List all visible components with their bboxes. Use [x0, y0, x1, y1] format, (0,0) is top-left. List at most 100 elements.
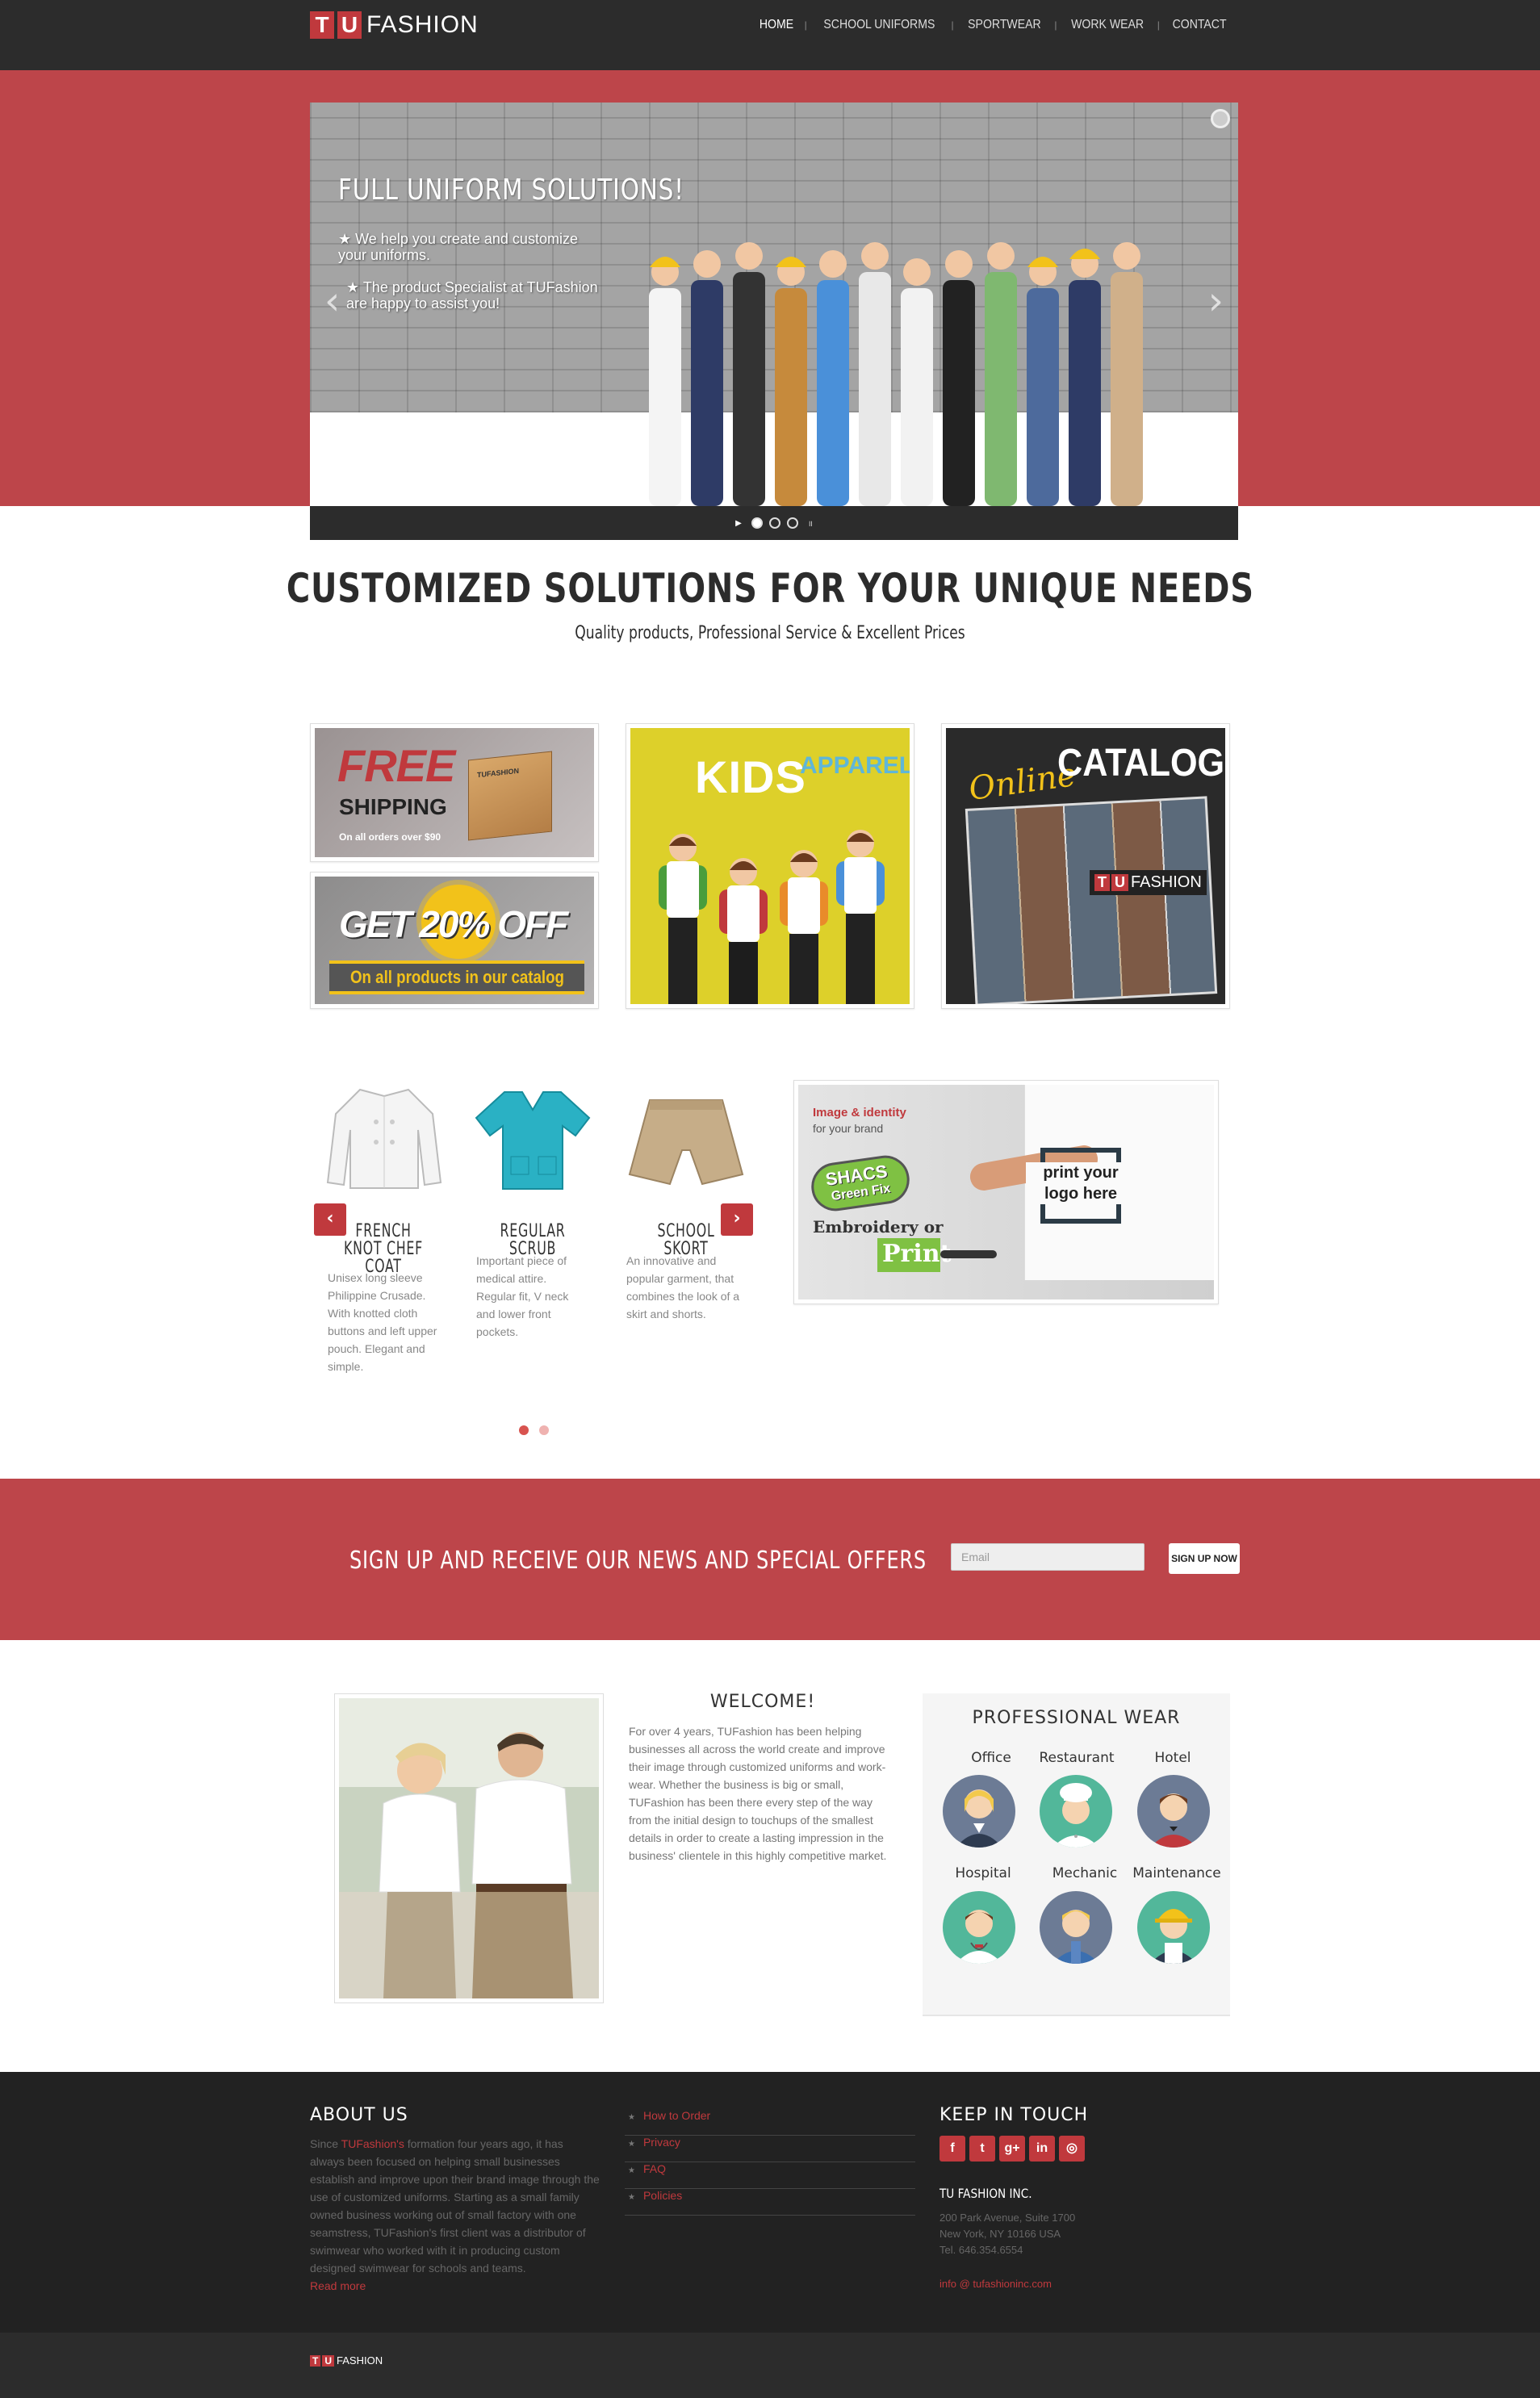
prowear-label-restaurant[interactable]: Restaurant [1032, 1750, 1121, 1766]
footer-logo-t: T [310, 2354, 321, 2367]
slider-dot-2[interactable] [768, 517, 780, 529]
nav-work-wear[interactable]: WORK WEAR [1071, 18, 1144, 32]
logo[interactable]: T U FASHION [310, 9, 479, 41]
footer-link-label: Privacy [642, 2136, 680, 2149]
nav-separator: | [804, 19, 807, 31]
footer-about-body: formation four years ago, it has always … [310, 2137, 600, 2275]
twitter-icon[interactable]: t [969, 2136, 995, 2162]
slider-controls: ▶ ॥ [310, 506, 1238, 540]
slider-prev-arrow[interactable]: ‹ [324, 278, 340, 324]
kid-shirt [788, 877, 820, 934]
logo-letter-t: T [310, 11, 334, 39]
nav-separator: | [951, 19, 954, 31]
logo-placeholder-text: print your logo here [1026, 1162, 1136, 1204]
products-page-dot-2[interactable] [539, 1425, 549, 1435]
nav-separator: | [1157, 19, 1160, 31]
welcome-title: WELCOME! [709, 1692, 816, 1712]
online-catalog-banner[interactable]: Online CATALOG T U FASHION [941, 723, 1230, 1009]
google-plus-icon[interactable]: g+ [999, 2136, 1025, 2162]
footer-link-how-to-order[interactable]: ★ How to Order [625, 2109, 915, 2136]
kids-apparel-banner[interactable]: KIDS APPAREL [626, 723, 914, 1009]
newsletter-signup-button[interactable]: SIGN UP NOW [1169, 1543, 1240, 1574]
catalog-label: CATALOG [1057, 742, 1225, 785]
catalog-logo-t: T [1094, 874, 1110, 891]
worker-figure [733, 272, 765, 506]
mechanic-avatar-icon[interactable] [1040, 1891, 1112, 1964]
box-brand-text: TUFASHION [477, 766, 520, 780]
prowear-label-maintenance[interactable]: Maintenance [1132, 1865, 1221, 1881]
products-page-dot-1[interactable] [519, 1425, 529, 1435]
welcome-text: For over 4 years, TUFashion has been hel… [629, 1725, 887, 1862]
slider-dot-3[interactable] [786, 517, 798, 529]
pause-icon[interactable]: ॥ [808, 517, 813, 529]
linkedin-icon[interactable]: in [1029, 2136, 1055, 2162]
prowear-label-hotel[interactable]: Hotel [1128, 1750, 1217, 1766]
free-label: FREE [337, 740, 455, 791]
print-promo-line2: for your brand [813, 1122, 884, 1135]
kid-pants [729, 942, 758, 1004]
footer-email-link[interactable]: info @ tufashioninc.com [939, 2278, 1052, 2290]
paint-roller-icon [940, 1250, 997, 1258]
footer-read-more-link[interactable]: Read more [310, 2279, 366, 2292]
headline-wrap: CUSTOMIZED SOLUTIONS FOR YOUR UNIQUE NEE… [0, 565, 1540, 612]
nav-home[interactable]: HOME [759, 18, 793, 32]
footer-link-privacy[interactable]: ★ Privacy [625, 2136, 915, 2162]
newsletter-text: SIGN UP AND RECEIVE OUR NEWS AND SPECIAL… [349, 1546, 927, 1575]
footer-link-label: How to Order [642, 2109, 711, 2122]
nav-school-uniforms[interactable]: SCHOOL UNIFORMS [823, 18, 935, 32]
footer-about-brand-link[interactable]: TUFashion's [341, 2137, 404, 2150]
hotel-avatar-icon[interactable] [1137, 1775, 1210, 1848]
newsletter-email-input[interactable]: Email [951, 1543, 1145, 1571]
print-logo-banner[interactable]: Image & identity for your brand SHACS Gr… [793, 1080, 1219, 1304]
footer-link-faq[interactable]: ★ FAQ [625, 2162, 915, 2189]
restaurant-avatar-icon[interactable] [1040, 1775, 1112, 1848]
chef-coat-image [326, 1088, 442, 1189]
office-avatar-icon[interactable] [943, 1775, 1015, 1848]
prowear-label-office[interactable]: Office [947, 1750, 1036, 1766]
worker-head [861, 242, 889, 270]
skort-image [628, 1099, 744, 1186]
worker-figure [943, 280, 975, 506]
couple-image [339, 1698, 599, 1998]
footer-about-text: Since TUFashion's formation four years a… [310, 2135, 601, 2277]
nav-sportwear[interactable]: SPORTWEAR [968, 18, 1040, 32]
facebook-icon[interactable]: f [939, 2136, 965, 2162]
play-icon[interactable]: ▶ [735, 519, 742, 528]
subheadline-wrap: Quality products, Professional Service &… [0, 623, 1540, 643]
kid-shirt [727, 885, 760, 942]
welcome-photo [334, 1693, 604, 2003]
catalog-collage-image [965, 796, 1218, 1004]
prowear-label-hospital[interactable]: Hospital [939, 1865, 1027, 1881]
prowear-label-mechanic[interactable]: Mechanic [1040, 1865, 1129, 1881]
footer-logo[interactable]: T U FASHION [310, 2354, 383, 2367]
section-headline: CUSTOMIZED SOLUTIONS FOR YOUR UNIQUE NEE… [286, 565, 1254, 612]
product-desc-chef-coat: Unisex long sleeve Philippine Crusade. W… [328, 1271, 437, 1373]
hospital-avatar-icon[interactable] [943, 1891, 1015, 1964]
hero-bullet-1: ★ We help you create and customize your … [338, 231, 578, 263]
discount-banner[interactable]: GET 20% OFF On all products in our catal… [310, 872, 599, 1009]
hard-hat [776, 257, 806, 267]
maintenance-avatar-icon[interactable] [1137, 1891, 1210, 1964]
print-promo-line1: Image & identity [813, 1106, 906, 1119]
kids-group-image [659, 830, 885, 1004]
nav-contact[interactable]: CONTACT [1172, 18, 1226, 32]
worker-figure [817, 280, 849, 506]
footer-link-policies[interactable]: ★ Policies [625, 2189, 915, 2216]
catalog-logo: T U FASHION [1090, 870, 1207, 895]
hero-slider[interactable]: FULL UNIFORM SOLUTIONS! ★ We help you cr… [310, 103, 1238, 506]
free-shipping-banner[interactable]: FREE SHIPPING On all orders over $90 TUF… [310, 723, 599, 862]
worker-figure [901, 288, 933, 506]
discount-label: GET 20% OFF [339, 903, 568, 945]
worker-head [903, 258, 931, 286]
main-nav: HOME | SCHOOL UNIFORMS | SPORTWEAR | WOR… [757, 18, 1230, 32]
top-navbar: T U FASHION HOME | SCHOOL UNIFORMS | SPO… [0, 0, 1540, 70]
kid-pants [789, 934, 818, 1004]
shipping-note: On all orders over $90 [339, 831, 441, 843]
worker-figure [985, 272, 1017, 506]
slider-next-arrow[interactable]: › [1208, 278, 1224, 324]
slider-dot-1[interactable] [751, 517, 763, 529]
dribbble-icon[interactable]: ◎ [1059, 2136, 1085, 2162]
worker-head [1113, 242, 1140, 270]
product-desc-skort: An innovative and popular garment, that … [626, 1254, 740, 1320]
hard-hat [650, 257, 680, 267]
